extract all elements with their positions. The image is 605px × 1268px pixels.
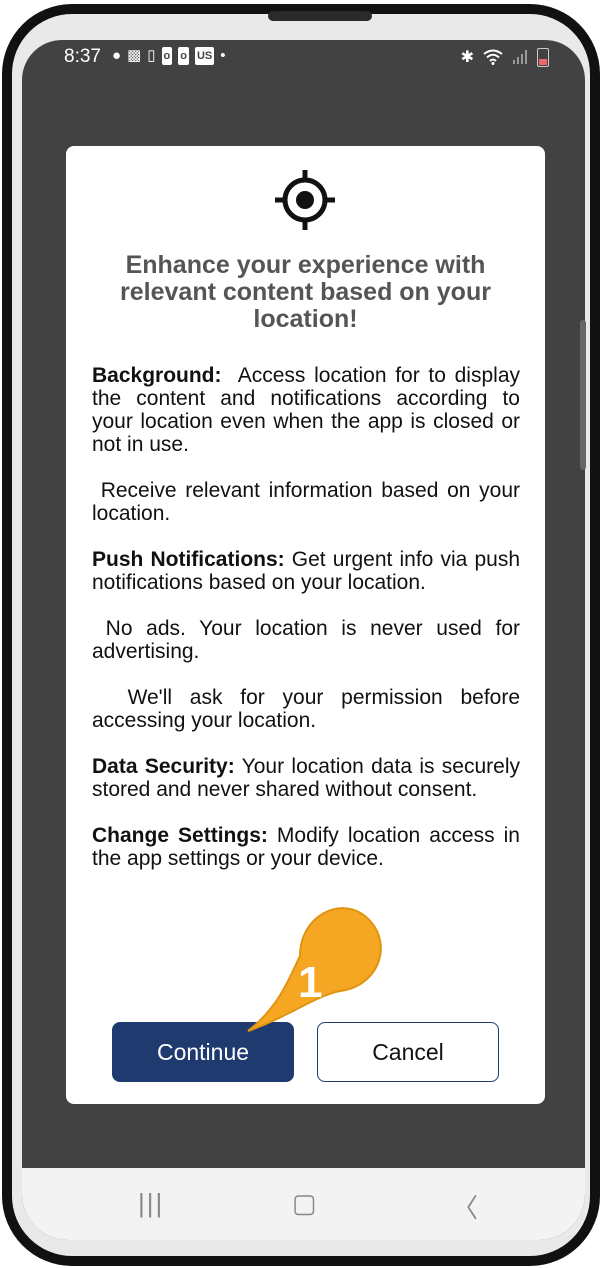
location-target-icon — [275, 170, 335, 230]
paragraph-background: Background: Access location for to displ… — [92, 364, 520, 456]
status-bar: 8:37 ● ▩ ▯ o o US • ✱ — [22, 40, 585, 74]
system-icons: ✱ — [461, 47, 549, 67]
paragraph-change-settings: Change Settings: Modify location access … — [92, 824, 520, 870]
home-icon[interactable]: ▢ — [292, 1188, 317, 1219]
back-icon[interactable]: 〈 — [452, 1188, 478, 1225]
dialog-title: Enhance your experience with relevant co… — [120, 251, 491, 333]
wifi-icon — [483, 49, 503, 65]
recents-icon[interactable]: ||| — [138, 1188, 164, 1219]
screen: 8:37 ● ▩ ▯ o o US • ✱ Enhance your exper… — [22, 40, 585, 1240]
dialog-body: Background: Access location for to displ… — [92, 364, 520, 893]
paragraph-permission: We'll ask for your permission before acc… — [92, 686, 520, 732]
chat-bubble-icon: ● — [112, 47, 122, 64]
paragraph-text: We'll ask for your permission before acc… — [92, 686, 526, 732]
paragraph-text: Receive relevant information based on yo… — [92, 479, 526, 525]
teams-icon: ▩ — [127, 47, 142, 64]
side-button — [580, 320, 586, 470]
paragraph-data-security: Data Security: Your location data is sec… — [92, 755, 520, 801]
navigation-bar: ||| ▢ 〈 — [22, 1168, 585, 1240]
speaker-grille — [268, 11, 372, 21]
notification-icons: ● ▩ ▯ o o US • — [112, 47, 226, 65]
paragraph-no-ads: No ads. Your location is never used for … — [92, 617, 520, 663]
continue-button[interactable]: Continue — [112, 1022, 294, 1082]
dot-icon: • — [220, 47, 226, 64]
paragraph-label: Data Security: — [92, 755, 235, 778]
callout-number: 1 — [298, 958, 323, 1007]
battery-icon — [537, 47, 549, 67]
paragraph-push-notifications: Push Notifications: Get urgent info via … — [92, 548, 520, 594]
paragraph-label: Change Settings: — [92, 824, 268, 847]
paragraph-label: Push Notifications: — [92, 548, 285, 571]
outlook-icon: o — [178, 47, 189, 65]
us-app-icon: US — [194, 47, 215, 65]
cancel-button[interactable]: Cancel — [317, 1022, 499, 1082]
sim-alert-icon: ▯ — [147, 47, 156, 64]
bluetooth-icon: ✱ — [460, 49, 474, 66]
signal-icon — [513, 50, 527, 64]
outlook-icon: o — [161, 47, 173, 65]
status-time: 8:37 — [64, 46, 101, 67]
paragraph-text: No ads. Your location is never used for … — [92, 617, 526, 663]
paragraph-relevant-info: Receive relevant information based on yo… — [92, 479, 520, 525]
paragraph-label: Background: — [92, 364, 222, 387]
